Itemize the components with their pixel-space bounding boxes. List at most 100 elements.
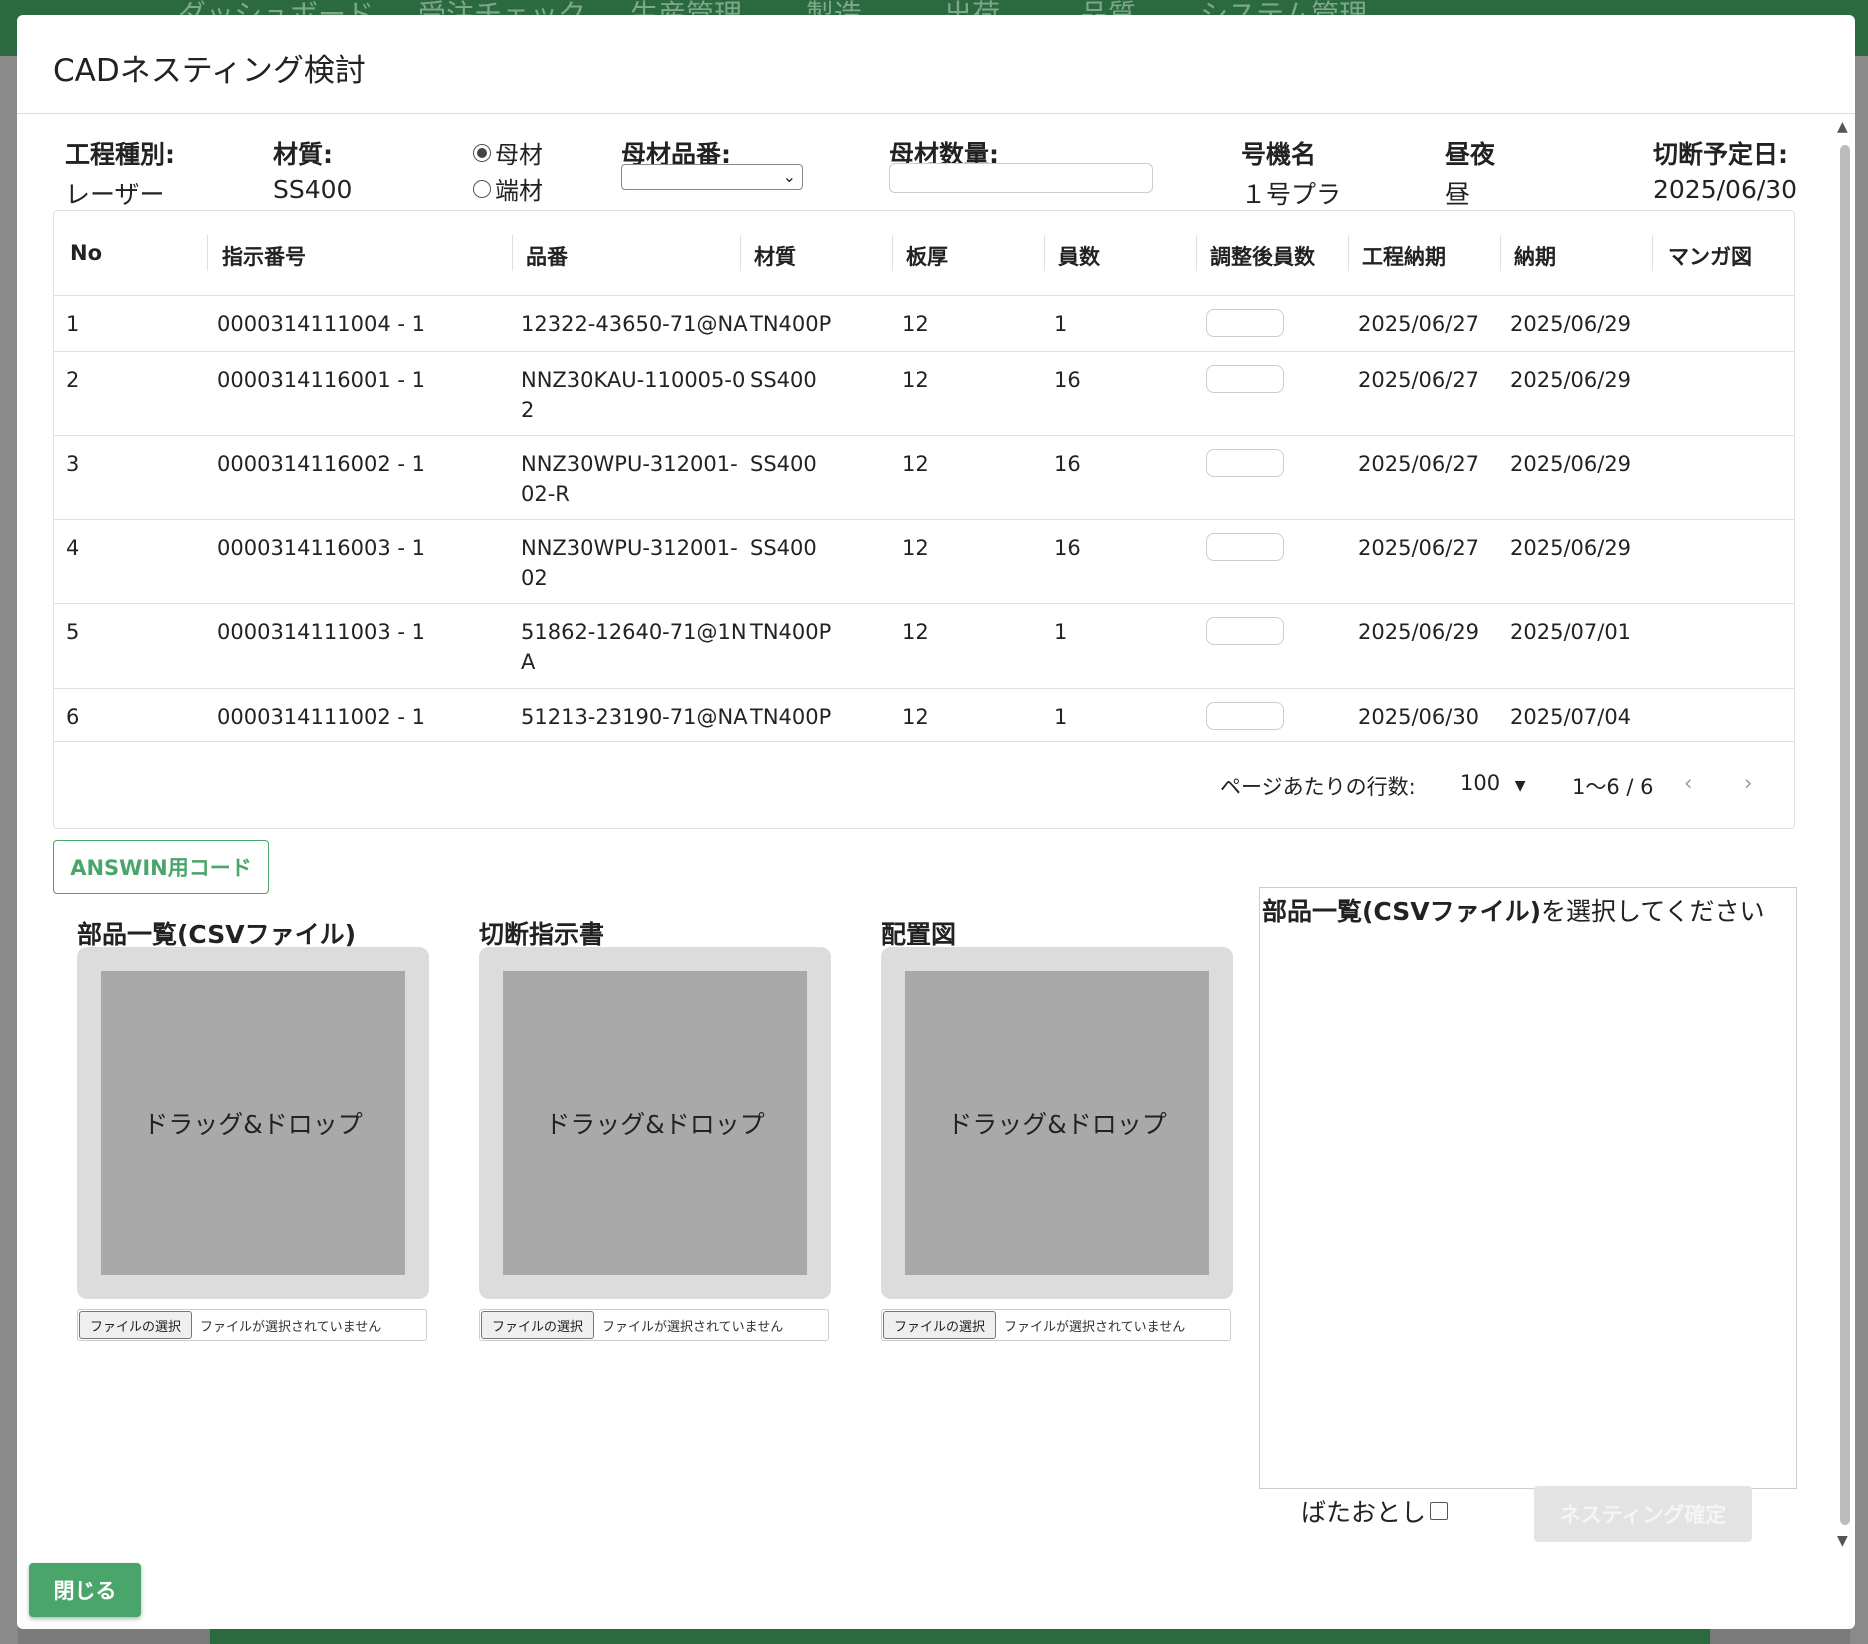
adjusted-qty-input[interactable]	[1206, 617, 1284, 645]
file-status: ファイルが選択されていません	[602, 1319, 784, 1335]
col-header-qty[interactable]: 員数	[1058, 241, 1100, 271]
table-row: 2 0000314116001 - 1 NNZ30KAU-110005-0 2 S…	[54, 351, 1794, 436]
message-text: 部品一覧(CSVファイル)を選択してください	[1262, 892, 1765, 928]
cell-part-line: 12322-43650-71@NA	[521, 312, 748, 336]
rows-per-page-label: ページあたりの行数:	[1220, 775, 1416, 799]
cell-part: NNZ30WPU-312001- 02	[521, 533, 738, 593]
material-label: 材質:	[273, 140, 333, 169]
radio-end[interactable]: 端材	[473, 171, 543, 206]
file-input-cut-instruction[interactable]: ファイルの選択 ファイルが選択されていません	[479, 1309, 829, 1341]
cell-no: 4	[66, 536, 80, 560]
cad-nesting-dialog: CADネスティング検討 ▲ ▼ 工程種別: レーザー 材質: SS400 母材 …	[17, 15, 1855, 1629]
adjusted-qty-input[interactable]	[1206, 309, 1284, 337]
col-header-order[interactable]: 指示番号	[222, 241, 306, 271]
radio-end-label: 端材	[495, 177, 543, 205]
dropzone-text[interactable]: ドラッグ&ドロップ	[101, 971, 405, 1275]
file-input-csv[interactable]: ファイルの選択 ファイルが選択されていません	[77, 1309, 427, 1341]
rows-per-page-select[interactable]: 100 ▼	[1460, 771, 1526, 795]
cell-qty: 1	[1054, 312, 1068, 336]
col-header-material[interactable]: 材質	[754, 241, 796, 271]
cell-no: 5	[66, 620, 80, 644]
column-separator[interactable]	[740, 235, 741, 271]
dropzone-cut-instruction[interactable]: ドラッグ&ドロップ	[479, 947, 831, 1299]
column-separator[interactable]	[512, 235, 513, 271]
column-separator[interactable]	[1500, 235, 1501, 271]
choose-file-button[interactable]: ファイルの選択	[481, 1311, 595, 1339]
file-input-layout[interactable]: ファイルの選択 ファイルが選択されていません	[881, 1309, 1231, 1341]
cell-no: 6	[66, 705, 80, 729]
mother-qty-input[interactable]	[889, 163, 1153, 193]
nesting-confirm-button[interactable]: ネスティング確定	[1534, 1486, 1752, 1542]
shift-field: 昼夜 昼	[1445, 135, 1495, 211]
batadoshi-label: ばたおとし	[1301, 1498, 1427, 1527]
file-status: ファイルが選択されていません	[200, 1319, 382, 1335]
machine-field: 号機名 １号プラ	[1241, 135, 1341, 211]
close-button[interactable]: 閉じる	[29, 1563, 141, 1617]
cell-order: 0000314111004 - 1	[217, 312, 425, 336]
title-divider	[17, 113, 1855, 114]
dropzone-layout[interactable]: ドラッグ&ドロップ	[881, 947, 1233, 1299]
cell-part-line: 51862-12640-71@1N	[521, 620, 747, 644]
dropzone-csv[interactable]: ドラッグ&ドロップ	[77, 947, 429, 1299]
choose-file-button[interactable]: ファイルの選択	[883, 1311, 997, 1339]
dropzone-text[interactable]: ドラッグ&ドロップ	[905, 971, 1209, 1275]
cell-due: 2025/07/04	[1510, 705, 1632, 729]
cell-due: 2025/06/29	[1510, 452, 1632, 476]
cell-thickness: 12	[902, 452, 929, 476]
cell-part-line: A	[521, 650, 536, 674]
col-header-due[interactable]: 納期	[1514, 241, 1556, 271]
column-separator[interactable]	[1044, 235, 1045, 271]
pagination-range: 1〜6 / 6	[1572, 775, 1654, 799]
column-separator[interactable]	[1652, 235, 1653, 271]
process-type-value: レーザー	[65, 180, 165, 209]
chevron-left-icon[interactable]: ‹	[1684, 771, 1692, 795]
adjusted-qty-input[interactable]	[1206, 533, 1284, 561]
adjusted-qty-input[interactable]	[1206, 449, 1284, 477]
batadoshi-checkbox[interactable]	[1430, 1502, 1449, 1520]
col-header-part[interactable]: 品番	[526, 241, 568, 271]
adjusted-qty-input[interactable]	[1206, 365, 1284, 393]
table-row: 5 0000314111003 - 1 51862-12640-71@1N A T…	[54, 603, 1794, 689]
answin-code-button[interactable]: ANSWIN用コード	[53, 840, 269, 894]
column-separator[interactable]	[207, 235, 208, 271]
chevron-right-icon[interactable]: ›	[1744, 771, 1752, 795]
machine-value: １号プラ	[1241, 180, 1342, 209]
cell-process-due: 2025/06/27	[1358, 536, 1480, 560]
col-header-process-due[interactable]: 工程納期	[1362, 241, 1446, 271]
cell-part: 12322-43650-71@NA	[521, 309, 748, 339]
col-header-adjusted[interactable]: 調整後員数	[1210, 241, 1315, 271]
cell-part-line: NNZ30WPU-312001-	[521, 452, 738, 476]
col-header-manga[interactable]: マンガ図	[1668, 241, 1752, 271]
radio-unselected-icon[interactable]	[473, 179, 491, 198]
message-bold: 部品一覧(CSVファイル)	[1262, 897, 1542, 926]
cell-order: 0000314116002 - 1	[217, 452, 425, 476]
col-header-thickness[interactable]: 板厚	[906, 241, 948, 271]
vertical-scrollbar[interactable]: ▲ ▼	[1833, 115, 1855, 1555]
radio-mother[interactable]: 母材	[473, 135, 543, 170]
table-row: 6 0000314111002 - 1 51213-23190-71@NA TN…	[54, 688, 1794, 742]
cell-due: 2025/06/29	[1510, 312, 1632, 336]
adjusted-qty-input[interactable]	[1206, 702, 1284, 730]
column-separator[interactable]	[892, 235, 893, 271]
cell-no: 3	[66, 452, 80, 476]
cell-qty: 16	[1054, 452, 1081, 476]
cell-due: 2025/07/01	[1510, 620, 1632, 644]
column-separator[interactable]	[1348, 235, 1349, 271]
scrollbar-thumb[interactable]	[1840, 145, 1850, 1525]
col-header-no[interactable]: No	[70, 241, 102, 265]
scroll-up-icon[interactable]: ▲	[1837, 119, 1848, 135]
column-separator[interactable]	[1196, 235, 1197, 271]
upload-label-cut-instruction: 切断指示書	[479, 920, 605, 949]
batadoshi-option[interactable]: ばたおとし	[1301, 1493, 1449, 1529]
choose-file-button[interactable]: ファイルの選択	[79, 1311, 193, 1339]
cell-no: 2	[66, 368, 80, 392]
cut-date-field: 切断予定日: 2025/06/30	[1653, 135, 1797, 204]
file-status: ファイルが選択されていません	[1004, 1319, 1186, 1335]
rows-per-page-value[interactable]: 100	[1460, 771, 1500, 795]
radio-selected-icon[interactable]	[473, 143, 491, 162]
message-rest: を選択してください	[1541, 897, 1765, 926]
scroll-down-icon[interactable]: ▼	[1837, 1533, 1848, 1549]
mother-part-select[interactable]: ⌄	[621, 164, 803, 190]
dropzone-text[interactable]: ドラッグ&ドロップ	[503, 971, 807, 1275]
caret-down-icon[interactable]: ▼	[1515, 778, 1526, 794]
